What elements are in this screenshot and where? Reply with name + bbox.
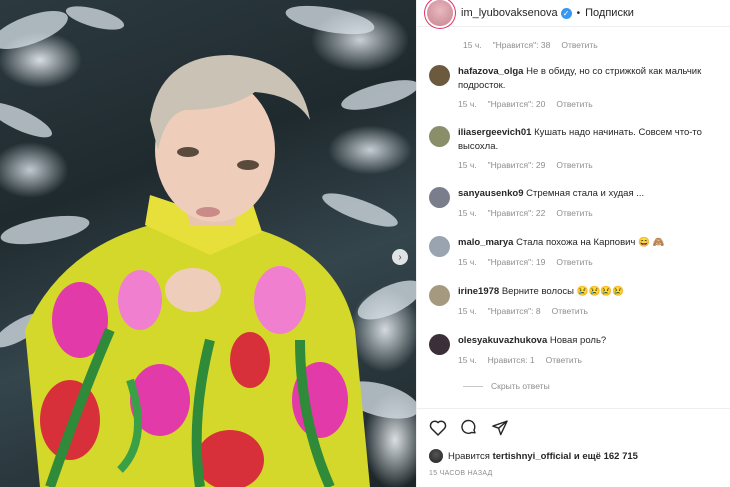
comment-item: irine1978 Верните волосы 😢😢😢😢 15 ч. "Нра…: [429, 285, 722, 316]
commenter-username[interactable]: malo_marya: [458, 237, 513, 248]
commenter-username[interactable]: sanyausenko9: [458, 188, 523, 199]
following-button[interactable]: Подписки: [585, 7, 634, 19]
comment-likes[interactable]: Нравится: 1: [488, 355, 535, 365]
liker-username[interactable]: tertishnyi_official: [493, 451, 572, 462]
comment-text: Стала похожа на Карпович 😄 🙈: [516, 237, 665, 248]
author-avatar[interactable]: [427, 0, 453, 26]
hide-replies-label: Скрыть ответы: [491, 381, 550, 391]
comment-time: 15 ч.: [458, 257, 477, 267]
commenter-avatar[interactable]: [429, 126, 450, 147]
comment-likes[interactable]: "Нравится": 22: [488, 208, 546, 218]
comment-time: 15 ч.: [458, 160, 477, 170]
post-sidebar: im_lyubovaksenova ✓ • Подписки 15 ч. "Нр…: [416, 0, 730, 487]
reply-button[interactable]: Ответить: [552, 306, 588, 316]
comment-item: malo_marya Стала похожа на Карпович 😄 🙈 …: [429, 236, 722, 267]
comment-text: Верните волосы 😢😢😢😢: [501, 286, 624, 297]
comment-icon[interactable]: [460, 419, 478, 436]
comment-meta: 15 ч. "Нравится": 29 Ответить: [458, 160, 722, 170]
post-header: im_lyubovaksenova ✓ • Подписки: [417, 0, 730, 27]
reply-button[interactable]: Ответить: [546, 355, 582, 365]
commenter-avatar[interactable]: [429, 285, 450, 306]
carousel-next-button[interactable]: ›: [392, 249, 408, 265]
comment-item: sanyausenko9 Стремная стала и худая ... …: [429, 187, 722, 218]
author-username[interactable]: im_lyubovaksenova: [461, 7, 558, 19]
post-timestamp: 15 ЧАСОВ НАЗАД: [429, 470, 493, 477]
comment-likes[interactable]: "Нравится": 19: [488, 257, 546, 267]
comment-item: olesyakuvazhukova Новая роль? 15 ч. Нрав…: [429, 334, 722, 365]
separator: •: [576, 7, 581, 19]
comment-text: Новая роль?: [549, 335, 607, 346]
reply-button[interactable]: Ответить: [556, 99, 592, 109]
likes-count[interactable]: и ещё 162 715: [574, 451, 638, 462]
comment-meta: 15 ч. Нравится: 1 Ответить: [458, 355, 722, 365]
comment-time: 15 ч.: [458, 355, 477, 365]
reply-button[interactable]: Ответить: [556, 208, 592, 218]
commenter-username[interactable]: irine1978: [458, 286, 499, 297]
reply-button[interactable]: Ответить: [556, 257, 592, 267]
reply-button[interactable]: Ответить: [561, 40, 597, 50]
comment-likes[interactable]: "Нравится": 20: [488, 99, 546, 109]
comment-meta: 15 ч. "Нравится": 22 Ответить: [458, 208, 722, 218]
comment-time: 15 ч.: [458, 208, 477, 218]
comment-item: hafazova_olga Не в обиду, но со стрижкой…: [429, 65, 722, 109]
hide-replies-button[interactable]: Скрыть ответы: [463, 381, 550, 391]
share-icon[interactable]: [491, 419, 509, 436]
photo-illustration: [0, 5, 416, 487]
commenter-avatar[interactable]: [429, 65, 450, 86]
comment-likes[interactable]: "Нравится": 8: [488, 306, 541, 316]
commenter-username[interactable]: hafazova_olga: [458, 66, 523, 77]
post-actions: [417, 408, 730, 436]
chevron-right-icon: ›: [398, 251, 402, 263]
commenter-username[interactable]: iliasergeevich01: [458, 127, 531, 138]
comment-time: 15 ч.: [458, 99, 477, 109]
comment-text: Стремная стала и худая ...: [526, 188, 645, 199]
comment-likes[interactable]: "Нравится": 29: [488, 160, 546, 170]
comment-meta: 15 ч. "Нравится": 8 Ответить: [458, 306, 722, 316]
commenter-avatar[interactable]: [429, 236, 450, 257]
comment-meta: 15 ч. "Нравится": 38 Ответить: [463, 40, 598, 50]
commenter-avatar[interactable]: [429, 334, 450, 355]
verified-badge-icon: ✓: [560, 7, 572, 19]
replies-divider: [463, 385, 483, 387]
commenter-username[interactable]: olesyakuvazhukova: [458, 335, 547, 346]
likes-prefix: Нравится: [448, 450, 490, 462]
comments-list: 15 ч. "Нравится": 38 Ответить hafazova_o…: [417, 27, 730, 408]
comment-meta: 15 ч. "Нравится": 19 Ответить: [458, 257, 722, 267]
comment-meta: 15 ч. "Нравится": 20 Ответить: [458, 99, 722, 109]
heart-icon[interactable]: [429, 419, 447, 436]
liker-avatar[interactable]: [429, 449, 443, 463]
post-photo: ›: [0, 0, 416, 487]
comment-time: 15 ч.: [463, 40, 482, 50]
commenter-avatar[interactable]: [429, 187, 450, 208]
comment-likes[interactable]: "Нравится": 38: [493, 40, 551, 50]
comment-item: iliasergeevich01 Кушать надо начинать. С…: [429, 126, 722, 170]
reply-button[interactable]: Ответить: [556, 160, 592, 170]
comment-time: 15 ч.: [458, 306, 477, 316]
likes-summary: Нравится tertishnyi_official и ещё 162 7…: [429, 449, 638, 463]
